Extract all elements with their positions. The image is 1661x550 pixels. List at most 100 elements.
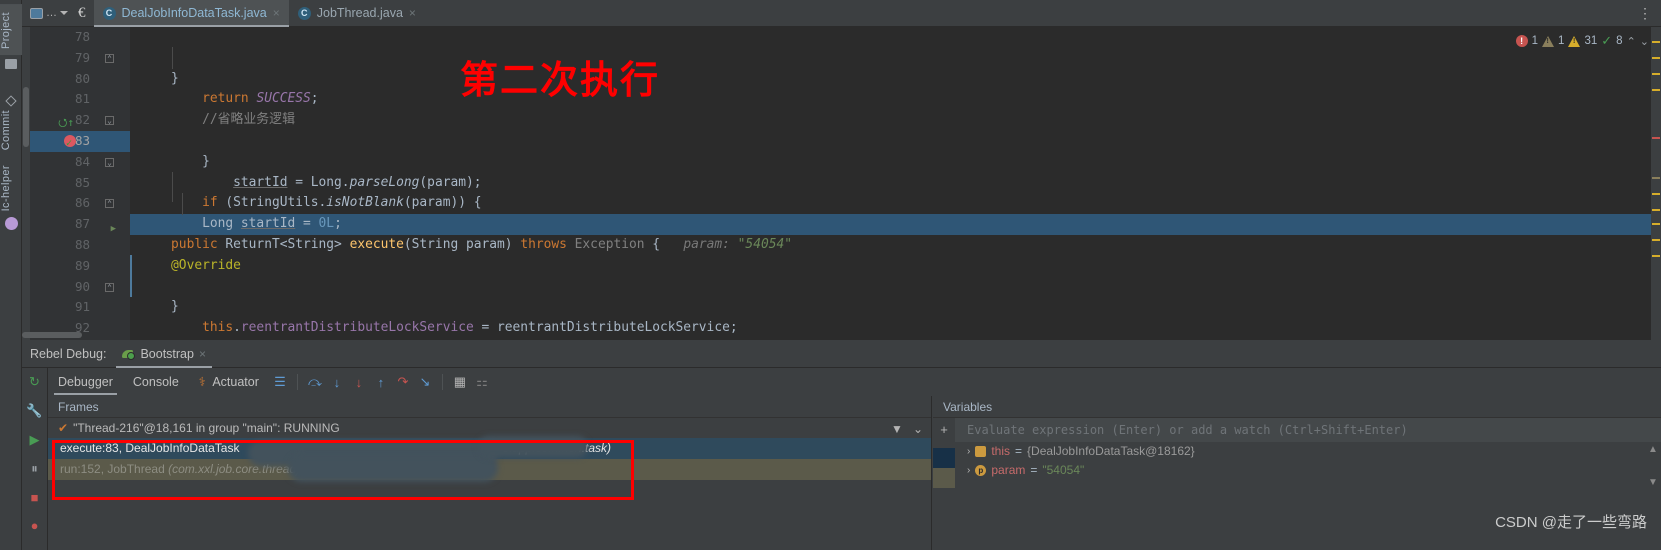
rebel-debug-bar: Rebel Debug: Bootstrap ×	[22, 340, 1661, 368]
fold-down-icon[interactable]: ⌄	[105, 116, 114, 126]
code-line[interactable]: Long startId = 0L;	[130, 214, 1651, 235]
vertical-scrollbar-thumb[interactable]	[23, 87, 29, 147]
close-icon[interactable]: ×	[409, 6, 416, 20]
line-number: 84 ⌄	[30, 152, 130, 173]
chevron-up-icon[interactable]: ⌃	[1627, 35, 1636, 48]
more-options-icon[interactable]: ⋮	[1638, 5, 1653, 22]
tab-dealjobinfodatatask[interactable]: C DealJobInfoDataTask.java ×	[93, 0, 290, 27]
tool-rail: Project Commit Ic-helper	[0, 0, 22, 550]
error-count: 1	[1531, 35, 1539, 47]
code-line[interactable]	[130, 48, 1651, 69]
param-icon: p	[975, 465, 987, 476]
close-icon[interactable]: ×	[199, 347, 206, 361]
weak-warning-count: 31	[1584, 35, 1598, 47]
line-number-gutter[interactable]: 78 79 ⌃ 80 81 82 ⌄ ⭯↑ 83 ✓ 84 ⌄ 85 86 ⌃ 87 ▶ 88 89 90 ⌃ 91 92	[30, 27, 130, 340]
project-chip-label: …	[46, 7, 57, 19]
evaluate-icon[interactable]: ▦	[449, 374, 471, 390]
code-line[interactable]: this.reentrantDistributeLockService = re…	[130, 318, 1651, 339]
thread-row[interactable]: ✔ "Thread-216"@18,161 in group "main": R…	[48, 418, 931, 438]
sidebar-item-ic-helper[interactable]: Ic-helper	[0, 165, 22, 231]
frames-list[interactable]: ✔ "Thread-216"@18,161 in group "main": R…	[48, 418, 931, 482]
line-number: 87 ▶	[30, 214, 130, 235]
code-line[interactable]	[130, 131, 1651, 152]
window-icon	[30, 7, 43, 19]
expander-icon[interactable]: ›	[967, 442, 970, 461]
spring-leaf-icon	[122, 348, 136, 360]
code-line[interactable]: return SUCCESS;	[130, 89, 1651, 110]
code-line[interactable]: public ReturnT<String> execute(String pa…	[130, 235, 1651, 256]
add-watch-icon[interactable]: +	[940, 422, 948, 437]
horizontal-scrollbar-thumb[interactable]	[22, 332, 82, 338]
tab-label: DealJobInfoDataTask.java	[121, 6, 267, 20]
tab-jobthread[interactable]: C JobThread.java ×	[289, 0, 425, 27]
stop-icon[interactable]: ■	[31, 490, 39, 505]
chevron-down-icon[interactable]: ⌄	[913, 422, 923, 436]
frames-panel: Frames ✔ "Thread-216"@18,161 in group "m…	[48, 396, 932, 550]
sidebar-item-commit-label: Commit	[0, 110, 12, 151]
settings-icon[interactable]: ⚏	[471, 374, 493, 390]
fold-up-icon[interactable]: ⌃	[105, 53, 114, 63]
code-line[interactable]	[130, 277, 1651, 298]
code-line[interactable]: }	[130, 69, 1651, 90]
step-out-icon[interactable]: ↑	[370, 375, 392, 390]
code-line[interactable]: }	[130, 297, 1651, 318]
code-line[interactable]	[130, 27, 1651, 48]
layout-icon[interactable]: ☰	[269, 374, 291, 390]
pause-icon[interactable]: ⏸	[31, 461, 38, 477]
mute-breakpoints-icon[interactable]: ●	[31, 518, 39, 533]
rebel-tab-bootstrap[interactable]: Bootstrap ×	[116, 340, 212, 368]
code-line[interactable]: //省略业务逻辑	[130, 110, 1651, 131]
tab-debugger-label: Debugger	[58, 375, 113, 389]
idea-window: Project Commit Ic-helper … € C DealJobIn…	[0, 0, 1661, 550]
force-step-into-icon[interactable]: ↓	[348, 375, 370, 390]
project-chip-button[interactable]: …	[22, 7, 76, 19]
diamond-icon	[5, 95, 17, 107]
variable-equals: =	[1015, 444, 1023, 458]
code-content[interactable]: } return SUCCESS; //省略业务逻辑 } startId = L…	[130, 27, 1651, 340]
error-stripe-gutter[interactable]	[1651, 27, 1661, 340]
code-line[interactable]: if (StringUtils.isNotBlank(param)) {	[130, 193, 1651, 214]
variables-scrollbar[interactable]: ▲ ▼	[1647, 444, 1659, 540]
resume-icon[interactable]: ▶	[30, 432, 40, 448]
rerun-icon[interactable]: ↻	[29, 374, 40, 390]
scroll-up-icon[interactable]: ▲	[1647, 444, 1659, 455]
variable-name: this	[991, 444, 1011, 458]
run-to-cursor-icon[interactable]: ↘	[414, 374, 436, 390]
watermark: CSDN @走了一些弯路	[1495, 514, 1647, 531]
redaction-blur	[288, 454, 498, 482]
tab-actuator[interactable]: ⚕ Actuator	[189, 368, 269, 396]
tab-console[interactable]: Console	[123, 368, 189, 396]
sidebar-item-commit[interactable]: Commit	[0, 92, 22, 150]
code-line[interactable]: }	[130, 152, 1651, 173]
close-icon[interactable]: ×	[273, 6, 280, 20]
code-editor: 78 79 ⌃ 80 81 82 ⌄ ⭯↑ 83 ✓ 84 ⌄ 85 86 ⌃ 87 ▶ 88 89 90 ⌃ 91 92 …	[22, 27, 1661, 340]
ok-count: 8	[1616, 35, 1623, 47]
variable-row-this[interactable]: › this = {DealJobInfoDataTask@18162}	[955, 442, 1661, 461]
fold-up-icon[interactable]: ⌃	[105, 282, 114, 292]
sidebar-item-project[interactable]: Project	[0, 4, 22, 73]
code-line[interactable]: startId = Long.parseLong(param);	[130, 173, 1651, 194]
fold-up-icon[interactable]: ⌃	[105, 199, 114, 209]
line-number: 85	[74, 174, 90, 190]
evaluate-expression-input[interactable]: Evaluate expression (Enter) or add a wat…	[955, 418, 1661, 442]
variable-row-param[interactable]: › p param = "54054"	[955, 461, 1661, 480]
fold-down-icon[interactable]: ⌄	[105, 157, 114, 167]
code-line[interactable]: @Override	[130, 256, 1651, 277]
tab-debugger[interactable]: Debugger	[48, 368, 123, 396]
scroll-down-icon[interactable]: ▼	[1647, 477, 1659, 488]
step-into-icon[interactable]: ↓	[326, 375, 348, 390]
chevron-down-icon[interactable]: ⌄	[1640, 35, 1649, 48]
indent-guide	[182, 193, 183, 215]
breakpoint-icon[interactable]: ✓	[64, 134, 76, 149]
editor-inspection-status[interactable]: ! 1 1 31 ✓ 8 ⌃ ⌄	[1515, 33, 1649, 49]
toolbar-divider	[441, 374, 443, 390]
editor-left-strip	[22, 27, 30, 340]
line-number: 81	[74, 91, 90, 107]
expander-icon[interactable]: ›	[967, 461, 970, 480]
step-over-icon[interactable]: ⤼	[304, 374, 326, 390]
variable-value: "54054"	[1042, 463, 1085, 477]
funnel-icon[interactable]: ▼	[891, 422, 903, 436]
wrench-icon[interactable]: 🔧	[26, 403, 42, 419]
thread-label: "Thread-216"@18,161 in group "main": RUN…	[73, 421, 340, 435]
drop-frame-icon[interactable]: ↷	[392, 374, 414, 390]
